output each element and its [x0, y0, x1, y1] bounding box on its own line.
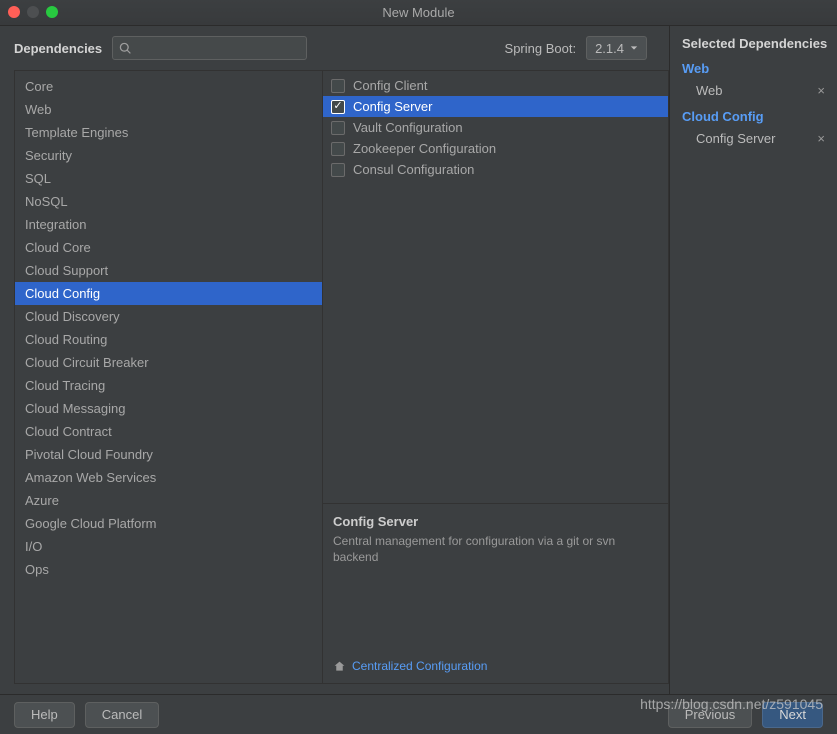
category-item[interactable]: Cloud Config: [15, 282, 322, 305]
help-button[interactable]: Help: [14, 702, 75, 728]
selected-item-label: Config Server: [696, 131, 775, 146]
checkbox-icon[interactable]: [331, 163, 345, 177]
selected-item-label: Web: [696, 83, 723, 98]
dependencies-label: Dependencies: [14, 41, 102, 56]
description-link-label: Centralized Configuration: [352, 659, 487, 673]
close-window-icon[interactable]: [8, 6, 20, 18]
category-item[interactable]: Cloud Messaging: [15, 397, 322, 420]
selected-dependencies-title: Selected Dependencies: [682, 36, 831, 51]
category-item[interactable]: I/O: [15, 535, 322, 558]
selected-item: Web ×: [682, 80, 831, 101]
category-item[interactable]: Cloud Tracing: [15, 374, 322, 397]
dependency-label: Zookeeper Configuration: [353, 141, 496, 156]
toolbar-row: Dependencies Spring Boot: 2.1.4: [14, 36, 669, 60]
minimize-window-icon[interactable]: [27, 6, 39, 18]
dependency-column: Config Client Config Server Vault Configur…: [323, 71, 668, 683]
description-link[interactable]: Centralized Configuration: [333, 659, 658, 673]
category-item[interactable]: Cloud Contract: [15, 420, 322, 443]
left-panel: Dependencies Spring Boot: 2.1.4 CoreWebT…: [0, 26, 669, 694]
checkbox-icon[interactable]: [331, 121, 345, 135]
home-icon: [333, 660, 346, 673]
zoom-window-icon[interactable]: [46, 6, 58, 18]
dependency-item[interactable]: Config Client: [323, 75, 668, 96]
remove-icon[interactable]: ×: [811, 83, 831, 98]
search-icon: [119, 42, 132, 55]
category-item[interactable]: Cloud Support: [15, 259, 322, 282]
category-item[interactable]: NoSQL: [15, 190, 322, 213]
category-item[interactable]: Cloud Discovery: [15, 305, 322, 328]
category-item[interactable]: Amazon Web Services: [15, 466, 322, 489]
category-item[interactable]: SQL: [15, 167, 322, 190]
category-item[interactable]: Ops: [15, 558, 322, 581]
dependency-list[interactable]: Config Client Config Server Vault Configur…: [323, 71, 668, 503]
dependency-item[interactable]: Vault Configuration: [323, 117, 668, 138]
cancel-button[interactable]: Cancel: [85, 702, 159, 728]
dependency-label: Config Client: [353, 78, 427, 93]
category-item[interactable]: Azure: [15, 489, 322, 512]
dependency-item[interactable]: Config Server: [323, 96, 668, 117]
chevron-down-icon: [630, 44, 638, 52]
selected-group-title: Cloud Config: [682, 109, 831, 124]
category-item[interactable]: Cloud Core: [15, 236, 322, 259]
category-item[interactable]: Template Engines: [15, 121, 322, 144]
selected-item: Config Server ×: [682, 128, 831, 149]
dependency-label: Config Server: [353, 99, 432, 114]
category-item[interactable]: Pivotal Cloud Foundry: [15, 443, 322, 466]
category-item[interactable]: Cloud Circuit Breaker: [15, 351, 322, 374]
description-title: Config Server: [333, 514, 658, 529]
remove-icon[interactable]: ×: [811, 131, 831, 146]
checkbox-icon[interactable]: [331, 100, 345, 114]
dependency-item[interactable]: Consul Configuration: [323, 159, 668, 180]
main-area: Dependencies Spring Boot: 2.1.4 CoreWebT…: [0, 26, 837, 694]
category-list[interactable]: CoreWebTemplate EnginesSecuritySQLNoSQLI…: [15, 71, 323, 683]
window-title: New Module: [0, 5, 837, 20]
dependency-label: Vault Configuration: [353, 120, 463, 135]
category-item[interactable]: Web: [15, 98, 322, 121]
selected-dependencies-panel: Selected Dependencies Web Web × Cloud Confi…: [669, 26, 837, 694]
titlebar: New Module: [0, 0, 837, 26]
checkbox-icon[interactable]: [331, 142, 345, 156]
selected-group-title: Web: [682, 61, 831, 76]
category-item[interactable]: Security: [15, 144, 322, 167]
description-panel: Config Server Central management for con…: [323, 503, 668, 683]
description-text: Central management for configuration via…: [333, 533, 658, 565]
springboot-version-dropdown[interactable]: 2.1.4: [586, 36, 647, 60]
search-input[interactable]: [112, 36, 307, 60]
next-button[interactable]: Next: [762, 702, 823, 728]
springboot-label: Spring Boot:: [505, 41, 577, 56]
columns: CoreWebTemplate EnginesSecuritySQLNoSQLI…: [14, 70, 669, 684]
window-controls: [8, 6, 58, 18]
category-item[interactable]: Integration: [15, 213, 322, 236]
footer: Help Cancel Previous Next https://blog.c…: [0, 694, 837, 734]
selected-groups: Web Web × Cloud Config Config Server ×: [682, 61, 831, 149]
dependency-label: Consul Configuration: [353, 162, 474, 177]
category-item[interactable]: Google Cloud Platform: [15, 512, 322, 535]
category-item[interactable]: Core: [15, 75, 322, 98]
checkbox-icon[interactable]: [331, 79, 345, 93]
dependency-item[interactable]: Zookeeper Configuration: [323, 138, 668, 159]
springboot-version-value: 2.1.4: [595, 41, 624, 56]
category-item[interactable]: Cloud Routing: [15, 328, 322, 351]
previous-button[interactable]: Previous: [668, 702, 753, 728]
